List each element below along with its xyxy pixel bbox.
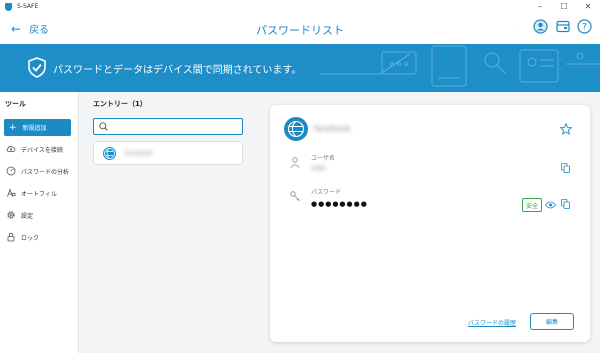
svg-text:?: ?	[582, 23, 587, 33]
sidebar-item-label: オートフィル	[21, 190, 57, 198]
password-strength-badge: 安全	[522, 198, 542, 212]
key-icon	[290, 191, 301, 202]
header-actions: · ?	[516, 19, 592, 34]
username-value[interactable]: user	[311, 164, 326, 172]
copy-icon[interactable]	[561, 199, 570, 209]
password-value[interactable]: ●●●●●●●●	[311, 200, 368, 208]
plus-icon: +	[9, 122, 17, 133]
entry-list-pane: エントリー（1） facebook	[80, 92, 258, 353]
sidebar-item-password-analysis[interactable]: パスワードの分析	[6, 166, 69, 176]
list-item[interactable]: facebook	[93, 141, 243, 165]
add-new-button[interactable]: + 新規追加	[4, 119, 71, 136]
status-dot: ·	[516, 23, 518, 30]
entry-detail-card: facebook ユーザ名 user パスワード ●●●●●●●● 安全 パスワ…	[270, 105, 590, 342]
window-titlebar: S-SAFE – ☐ ✕	[0, 0, 600, 13]
sidebar-item-label: パスワードの分析	[21, 168, 70, 176]
globe-icon	[103, 146, 116, 160]
shield-check-icon	[28, 57, 46, 78]
profile-icon[interactable]	[533, 19, 548, 34]
sync-banner: パスワードとデータはデバイス間で同期されています。	[0, 44, 600, 92]
show-password-eye-icon[interactable]	[545, 201, 556, 209]
password-history-link[interactable]: パスワードの履歴	[468, 318, 516, 327]
minimize-button[interactable]: –	[528, 0, 552, 13]
gauge-icon	[6, 166, 16, 176]
sidebar-item-label: 設定	[21, 212, 34, 220]
app-name: S-SAFE	[17, 3, 39, 10]
edit-button[interactable]: 編集	[530, 313, 574, 330]
help-icon[interactable]: ?	[577, 19, 592, 34]
close-button[interactable]: ✕	[576, 0, 600, 13]
user-icon	[290, 157, 300, 168]
sidebar-heading: ツール	[5, 100, 26, 108]
sidebar-item-connect-device[interactable]: デバイスを接続	[6, 144, 63, 154]
password-label: パスワード	[311, 189, 342, 196]
add-new-label: 新規追加	[22, 125, 47, 132]
header: ← 戻る パスワードリスト · ?	[0, 13, 600, 44]
autofill-icon	[6, 188, 16, 198]
gear-icon	[6, 210, 16, 220]
window-controls: – ☐ ✕	[528, 0, 600, 13]
maximize-button[interactable]: ☐	[552, 0, 576, 13]
app-logo-icon	[5, 2, 12, 11]
entry-name: facebook	[125, 149, 153, 157]
entry-title: facebook	[314, 124, 351, 133]
globe-icon	[284, 117, 308, 141]
favorite-star-icon[interactable]	[560, 123, 572, 135]
sidebar-item-settings[interactable]: 設定	[6, 210, 33, 220]
page-title: パスワードリスト	[256, 24, 344, 37]
sidebar-item-label: デバイスを接続	[21, 146, 63, 154]
banner-decoration	[320, 45, 600, 87]
sidebar-item-autofill[interactable]: オートフィル	[6, 188, 57, 198]
copy-icon[interactable]	[561, 163, 570, 173]
sidebar-item-label: ロック	[21, 234, 40, 242]
search-icon	[99, 122, 108, 131]
username-label: ユーザ名	[311, 155, 335, 162]
card-icon[interactable]	[555, 19, 570, 34]
sidebar-item-lock[interactable]: ロック	[6, 232, 39, 242]
sidebar: ツール + 新規追加 デバイスを接続 パスワードの分析 オートフィル 設定 ロッ…	[0, 92, 79, 353]
search-box[interactable]	[93, 118, 243, 135]
search-input[interactable]	[112, 121, 240, 132]
entry-list-heading: エントリー（1）	[93, 100, 147, 108]
cloud-upload-icon	[6, 144, 16, 154]
banner-message: パスワードとデータはデバイス間で同期されています。	[53, 65, 302, 76]
lock-icon	[6, 232, 16, 242]
